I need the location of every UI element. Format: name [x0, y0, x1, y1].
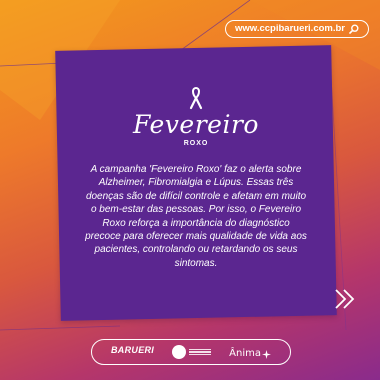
ccpi-logo	[172, 345, 212, 359]
awareness-ribbon-icon	[189, 86, 203, 110]
anima-logo: Ânima	[229, 345, 271, 359]
barueri-logo: BARUERI	[111, 344, 155, 359]
ccpi-logo-mark	[172, 345, 187, 359]
campaign-description: A campanha 'Fevereiro Roxo' faz o alerta…	[85, 164, 307, 269]
barueri-logo-text: BARUERI	[111, 344, 155, 355]
sparkle-icon	[261, 349, 271, 359]
website-url-badge[interactable]: www.ccpibarueri.com.br	[225, 20, 369, 38]
anima-logo-text: Ânima	[229, 348, 261, 359]
campaign-subtitle: ROXO	[183, 140, 209, 147]
campaign-content: Fevereiro ROXO A campanha 'Fevereiro Rox…	[58, 86, 334, 270]
website-url-text: www.ccpibarueri.com.br	[235, 23, 345, 34]
partner-logos-bar: BARUERI Ânima	[91, 339, 291, 365]
ccpi-logo-lines	[189, 348, 212, 356]
search-icon	[349, 23, 359, 34]
campaign-title: Fevereiro	[133, 110, 259, 139]
double-chevron-right-icon[interactable]	[333, 288, 357, 310]
